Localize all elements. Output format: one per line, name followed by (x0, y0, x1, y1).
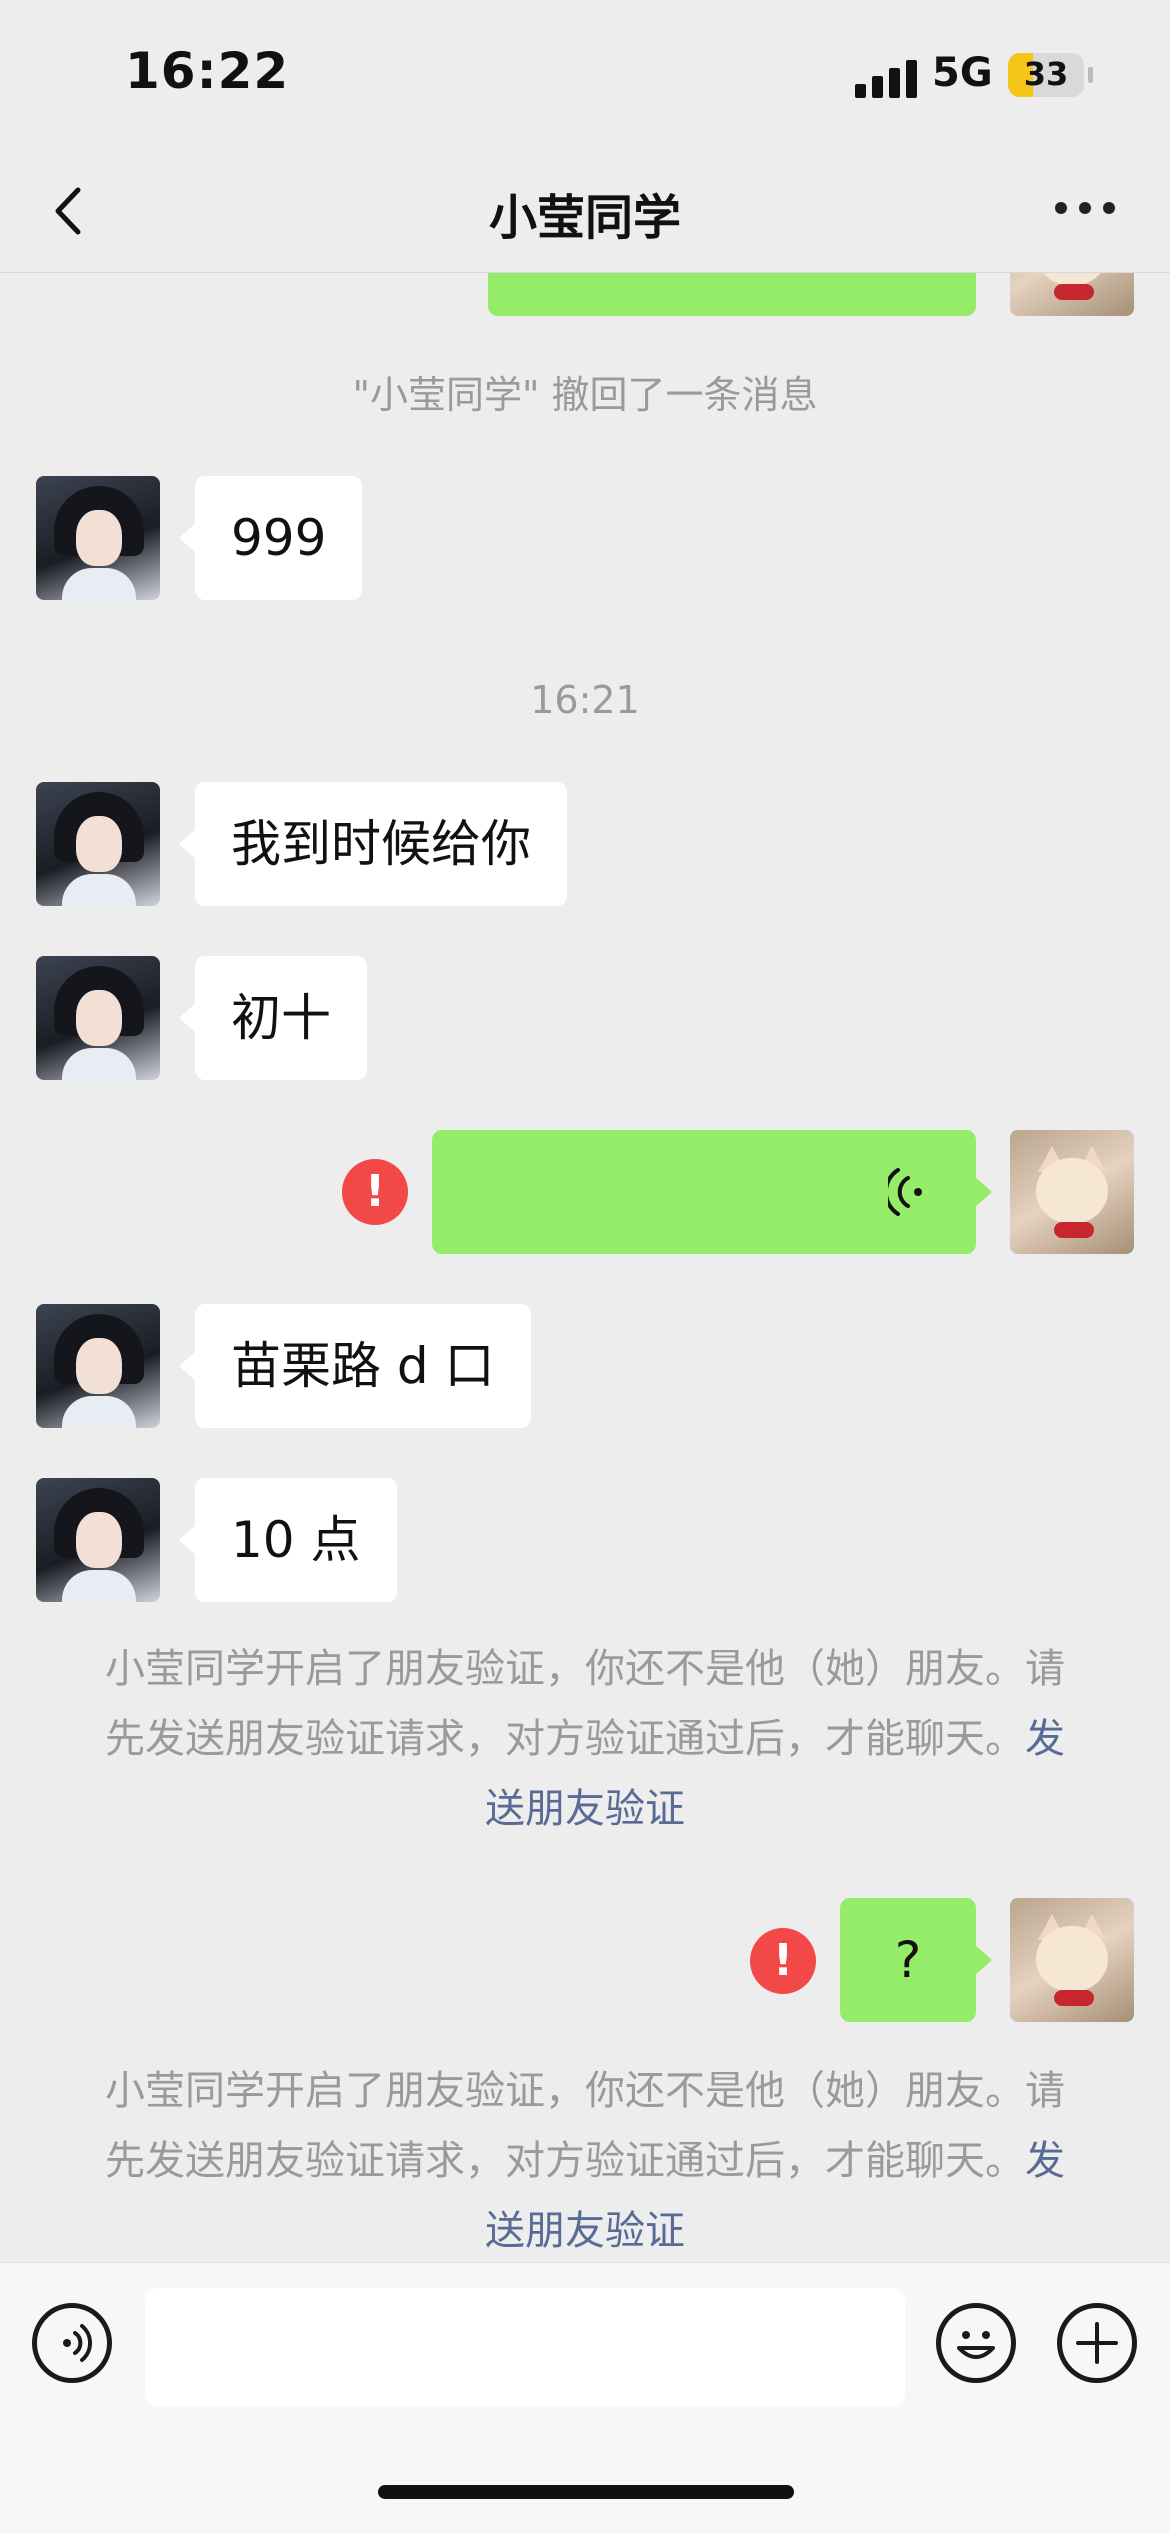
voice-message-bubble[interactable] (432, 1130, 992, 1254)
recall-notice: "小莹同学" 撤回了一条消息 (352, 373, 818, 417)
avatar-contact[interactable] (36, 782, 160, 906)
input-bar (0, 2262, 1170, 2533)
message-bubble-incoming[interactable]: 我到时候给你 (179, 782, 567, 906)
network-type: 5G (932, 50, 993, 96)
message-bubble-outgoing-cut[interactable] (488, 272, 976, 316)
avatar-contact[interactable] (36, 1304, 160, 1428)
avatar-contact[interactable] (36, 956, 160, 1080)
voice-icon[interactable] (32, 2303, 112, 2383)
message-bubble-incoming[interactable]: 10 点 (179, 1478, 397, 1602)
ellipsis-icon[interactable] (1055, 202, 1115, 216)
cellular-signal-icon (855, 58, 917, 98)
message-bubble-outgoing[interactable]: ? (840, 1898, 992, 2022)
avatar-contact[interactable] (36, 1478, 160, 1602)
chat-title: 小莹同学 (488, 190, 681, 246)
send-failed-icon[interactable]: ! (750, 1928, 816, 1994)
home-indicator[interactable] (378, 2485, 794, 2499)
message-bubble-incoming[interactable]: 初十 (179, 956, 367, 1080)
battery-icon: 33 (1008, 53, 1084, 97)
status-time: 16:22 (125, 42, 290, 100)
avatar-self[interactable] (1010, 1898, 1134, 2022)
verification-text: 小莹同学开启了朋友验证，你还不是他（她）朋友。请先发送朋友验证请求，对方验证通过… (105, 1646, 1065, 1762)
time-divider: 16:21 (530, 678, 640, 722)
emoji-icon[interactable] (936, 2303, 1016, 2383)
friend-verification-notice: 小莹同学开启了朋友验证，你还不是他（她）朋友。请先发送朋友验证请求，对方验证通过… (100, 1634, 1070, 1844)
message-bubble-incoming[interactable]: 999 (178, 476, 363, 600)
message-bubble-incoming[interactable]: 苗栗路 d 口 (179, 1304, 531, 1428)
message-list[interactable]: "小莹同学" 撤回了一条消息 999 16:21 我到时候给你 初十 ! 苗栗路… (0, 272, 1170, 2262)
verification-text: 小莹同学开启了朋友验证，你还不是他（她）朋友。请先发送朋友验证请求，对方验证通过… (105, 2068, 1065, 2184)
voice-wave-icon (888, 1168, 922, 1216)
avatar-self[interactable] (1010, 272, 1134, 316)
battery-percent: 33 (1023, 55, 1069, 93)
message-input[interactable] (145, 2288, 905, 2406)
status-bar: 16:22 5G 33 (0, 0, 1170, 150)
send-failed-icon[interactable]: ! (342, 1159, 408, 1225)
plus-icon[interactable] (1057, 2303, 1137, 2383)
battery-tip (1088, 67, 1093, 83)
avatar-contact[interactable] (36, 476, 160, 600)
avatar-self[interactable] (1010, 1130, 1134, 1254)
chat-header: 小莹同学 (0, 150, 1170, 273)
friend-verification-notice: 小莹同学开启了朋友验证，你还不是他（她）朋友。请先发送朋友验证请求，对方验证通过… (100, 2056, 1070, 2262)
